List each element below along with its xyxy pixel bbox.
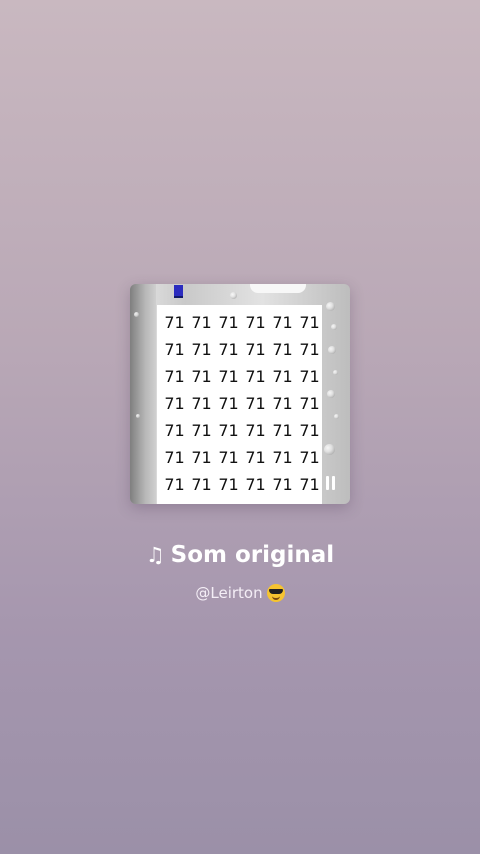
water-drop: [326, 302, 335, 311]
grid-number: 71: [272, 475, 293, 494]
grid-number: 71: [218, 475, 239, 494]
grid-number: 71: [245, 340, 266, 359]
grid-number: 71: [245, 394, 266, 413]
grid-number: 71: [245, 448, 266, 467]
cover-notch: [250, 284, 306, 293]
music-note-icon: ♫: [145, 543, 165, 567]
sound-author-row[interactable]: @Leirton: [0, 582, 480, 604]
water-drop: [230, 292, 237, 299]
grid-number: 71: [164, 340, 185, 359]
water-drop: [331, 324, 337, 330]
grid-number: 71: [164, 448, 185, 467]
grid-number: 71: [245, 313, 266, 332]
pause-bar: [332, 476, 335, 490]
water-drop: [333, 370, 338, 375]
grid-number: 71: [164, 421, 185, 440]
grid-number: 71: [218, 313, 239, 332]
grid-number: 71: [164, 475, 185, 494]
grid-number: 71: [272, 367, 293, 386]
pause-bar: [326, 476, 329, 490]
water-drop: [334, 414, 339, 419]
grid-number: 71: [191, 475, 212, 494]
grid-number: 71: [299, 448, 320, 467]
grid-number: 71: [191, 340, 212, 359]
grid-number: 71: [272, 313, 293, 332]
water-drop: [324, 444, 335, 455]
water-drop: [327, 390, 335, 398]
grid-number: 71: [191, 394, 212, 413]
grid-number: 71: [191, 421, 212, 440]
album-cover[interactable]: 71 71 71 71 71 71 71 71 71 71 71 71 71 71 71 71 71 71 71 71…: [130, 284, 350, 504]
sunglasses-emoji-icon: [266, 584, 285, 602]
grid-number: 71: [245, 475, 266, 494]
grid-number: 71: [299, 313, 320, 332]
grid-number: 71: [218, 421, 239, 440]
grid-number: 71: [299, 394, 320, 413]
grid-number: 71: [272, 421, 293, 440]
grid-number: 71: [164, 313, 185, 332]
water-drop: [136, 414, 140, 418]
grid-number: 71: [218, 340, 239, 359]
grid-number: 71: [218, 394, 239, 413]
grid-number: 71: [164, 367, 185, 386]
grid-number: 71: [218, 367, 239, 386]
grid-number: 71: [191, 313, 212, 332]
grid-number: 71: [272, 394, 293, 413]
grid-number: 71: [164, 394, 185, 413]
pause-icon[interactable]: [326, 476, 336, 490]
sound-title-row[interactable]: ♫ Som original: [0, 540, 480, 570]
grid-number: 71: [191, 367, 212, 386]
grid-number: 71: [299, 421, 320, 440]
grid-number: 71: [299, 340, 320, 359]
grid-number: 71: [299, 367, 320, 386]
cover-left-edge: [130, 284, 156, 504]
grid-number: 71: [218, 448, 239, 467]
grid-number: 71: [272, 340, 293, 359]
grid-number: 71: [191, 448, 212, 467]
sound-title: Som original: [170, 542, 335, 568]
grid-number: 71: [299, 475, 320, 494]
number-grid: 71 71 71 71 71 71 71 71 71 71 71 71 71 71 71 71 71 71 71 71…: [161, 309, 323, 498]
grid-number: 71: [272, 448, 293, 467]
grid-number: 71: [245, 421, 266, 440]
water-drop: [328, 346, 336, 354]
grid-number: 71: [245, 367, 266, 386]
number-sheet: 71 71 71 71 71 71 71 71 71 71 71 71 71 71 71 71 71 71 71 71…: [157, 305, 322, 504]
water-drop: [134, 312, 139, 317]
cover-blue-mark: [174, 285, 183, 298]
author-handle: @Leirton: [195, 584, 263, 602]
